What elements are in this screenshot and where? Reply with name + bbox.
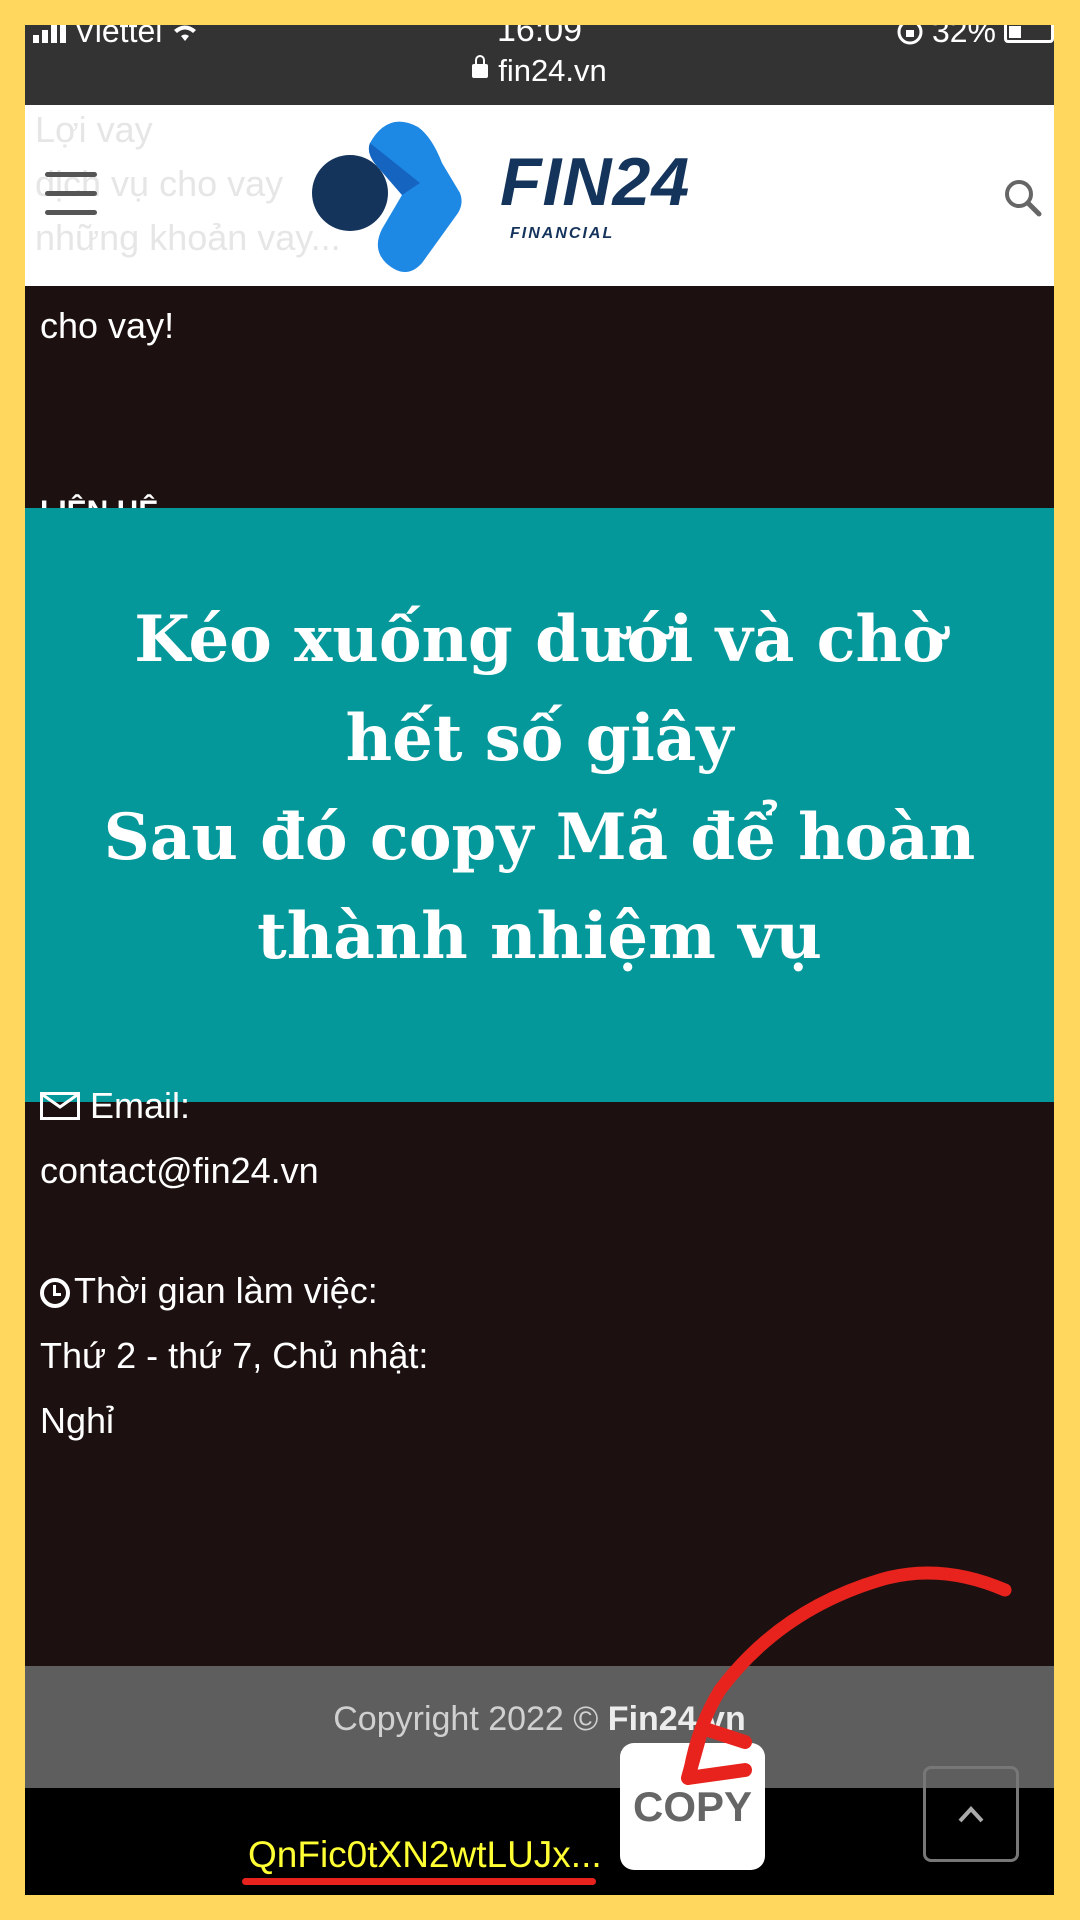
hours-value: Thứ 2 - thứ 7, Chủ nhật: (40, 1335, 429, 1376)
mail-icon (40, 1092, 80, 1120)
logo-mark-icon (312, 121, 462, 273)
search-icon[interactable] (1002, 177, 1042, 217)
lock-icon (472, 54, 489, 78)
copy-button[interactable]: COPY (620, 1743, 765, 1870)
url-bar[interactable]: fin24.vn (25, 53, 1054, 89)
email-address[interactable]: contact@fin24.vn (40, 1150, 319, 1192)
hours-label-row: Thời gian làm việc: (40, 1270, 378, 1312)
code-underline (242, 1878, 596, 1885)
battery-icon (1004, 25, 1054, 43)
copyright-prefix: Copyright 2022 © (333, 1700, 608, 1738)
email-label: Email: (90, 1085, 191, 1126)
instruction-text: Kéo xuống dưới và chờ hết số giây Sau đó… (103, 601, 976, 974)
status-right: 32% (896, 25, 1054, 50)
url-text: fin24.vn (498, 53, 607, 88)
clock-icon (40, 1278, 70, 1309)
logo-text: FIN24 (500, 144, 691, 220)
phone-screen: Viettel 16:09 32% fin24.vn Lợi vay dịch … (25, 25, 1054, 1895)
battery-percent: 32% (931, 25, 996, 49)
copyright-brand[interactable]: Fin24.vn (608, 1700, 746, 1738)
hours-label: Thời gian làm việc: (74, 1270, 378, 1311)
hamburger-menu-icon[interactable] (45, 172, 97, 216)
status-bar: Viettel 16:09 32% fin24.vn (25, 25, 1054, 105)
chevron-up-icon (958, 1806, 984, 1823)
fin24-logo[interactable]: FIN24 FINANCIAL (310, 113, 730, 273)
ghost-text-line: Lợi vay (35, 109, 153, 150)
rotation-lock-icon (897, 25, 923, 44)
instruction-banner: Kéo xuống dưới và chờ hết số giây Sau đó… (25, 508, 1054, 1102)
ghost-text-line: những khoản vay... (35, 217, 341, 258)
intro-text-tail: cho vay! (40, 305, 175, 346)
copyright-text: Copyright 2022 © Fin24.vn (25, 1700, 1054, 1739)
task-code[interactable]: QnFic0tXN2wtLUJx... (248, 1834, 602, 1876)
site-footer: Copyright 2022 © Fin24.vn (25, 1666, 1054, 1788)
site-header: Lợi vay dịch vụ cho vay những khoản vay.… (25, 105, 1054, 286)
scroll-to-top-button[interactable] (923, 1766, 1019, 1862)
logo-subtext: FINANCIAL (510, 225, 615, 242)
email-label-row: Email: (40, 1085, 190, 1127)
hours-off: Nghỉ (40, 1400, 115, 1441)
